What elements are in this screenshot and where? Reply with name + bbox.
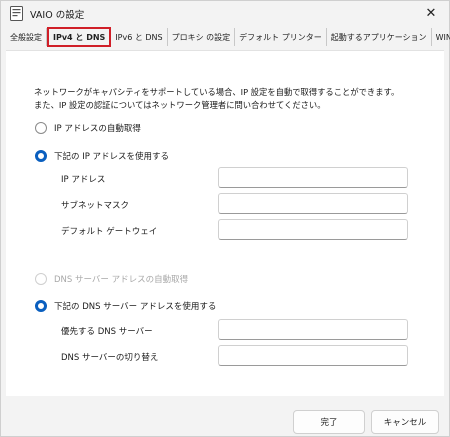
ok-button[interactable]: 完了	[293, 410, 365, 434]
tab-wins[interactable]: WINS	[432, 28, 450, 46]
default-gateway-field[interactable]	[218, 219, 408, 240]
tab-ipv6-dns[interactable]: IPv6 と DNS	[111, 28, 168, 46]
manual-dns-label: 下記の DNS サーバー アドレスを使用する	[54, 302, 217, 312]
preferred-dns-label: 優先する DNS サーバー	[61, 327, 153, 337]
ip-address-label: IP アドレス	[61, 175, 106, 185]
description-line-1: ネットワークがキャパシティをサポートしている場合、IP 設定を自動で取得すること…	[34, 87, 400, 97]
auto-ip-radio[interactable]	[35, 122, 47, 134]
tab-startup-apps[interactable]: 起動するアプリケーション	[327, 28, 432, 46]
settings-window: VAIO の設定 ✕ 全般設定 IPv4 と DNS IPv6 と DNS プロ…	[0, 0, 450, 437]
manual-dns-radio[interactable]	[35, 300, 47, 312]
subnet-mask-label: サブネットマスク	[61, 201, 130, 211]
auto-dns-label: DNS サーバー アドレスの自動取得	[54, 275, 189, 285]
cancel-button[interactable]: キャンセル	[371, 410, 439, 434]
description-line-2: また、IP 設定の認証についてはネットワーク管理者に問い合わせてください。	[34, 100, 326, 110]
title-bar: VAIO の設定 ✕	[1, 1, 449, 27]
manual-ip-radio[interactable]	[35, 150, 47, 162]
default-gateway-label: デフォルト ゲートウェイ	[61, 227, 158, 237]
alternate-dns-label: DNS サーバーの切り替え	[61, 353, 159, 363]
manual-dns-option[interactable]: 下記の DNS サーバー アドレスを使用する	[35, 300, 216, 312]
manual-ip-option[interactable]: 下記の IP アドレスを使用する	[35, 150, 169, 162]
auto-ip-label: IP アドレスの自動取得	[54, 124, 141, 134]
auto-dns-option: DNS サーバー アドレスの自動取得	[35, 273, 188, 285]
tab-general[interactable]: 全般設定	[6, 28, 47, 46]
ipv4-dns-panel: ネットワークがキャパシティをサポートしている場合、IP 設定を自動で取得すること…	[6, 50, 444, 396]
app-icon	[10, 6, 23, 21]
close-icon: ✕	[425, 5, 437, 21]
auto-ip-option[interactable]: IP アドレスの自動取得	[35, 122, 141, 134]
tab-proxy[interactable]: プロキシ の設定	[168, 28, 236, 46]
ip-address-field[interactable]	[218, 167, 408, 188]
window-title: VAIO の設定	[30, 10, 85, 21]
description: ネットワークがキャパシティをサポートしている場合、IP 設定を自動で取得すること…	[34, 86, 399, 112]
alternate-dns-field[interactable]	[218, 345, 408, 366]
tab-bar: 全般設定 IPv4 と DNS IPv6 と DNS プロキシ の設定 デフォル…	[6, 27, 450, 47]
auto-dns-radio	[35, 273, 47, 285]
tab-default-printer[interactable]: デフォルト プリンター	[235, 28, 327, 46]
preferred-dns-field[interactable]	[218, 319, 408, 340]
subnet-mask-field[interactable]	[218, 193, 408, 214]
manual-ip-label: 下記の IP アドレスを使用する	[54, 152, 170, 162]
close-button[interactable]: ✕	[419, 2, 443, 24]
tab-ipv4-dns[interactable]: IPv4 と DNS	[47, 27, 112, 47]
